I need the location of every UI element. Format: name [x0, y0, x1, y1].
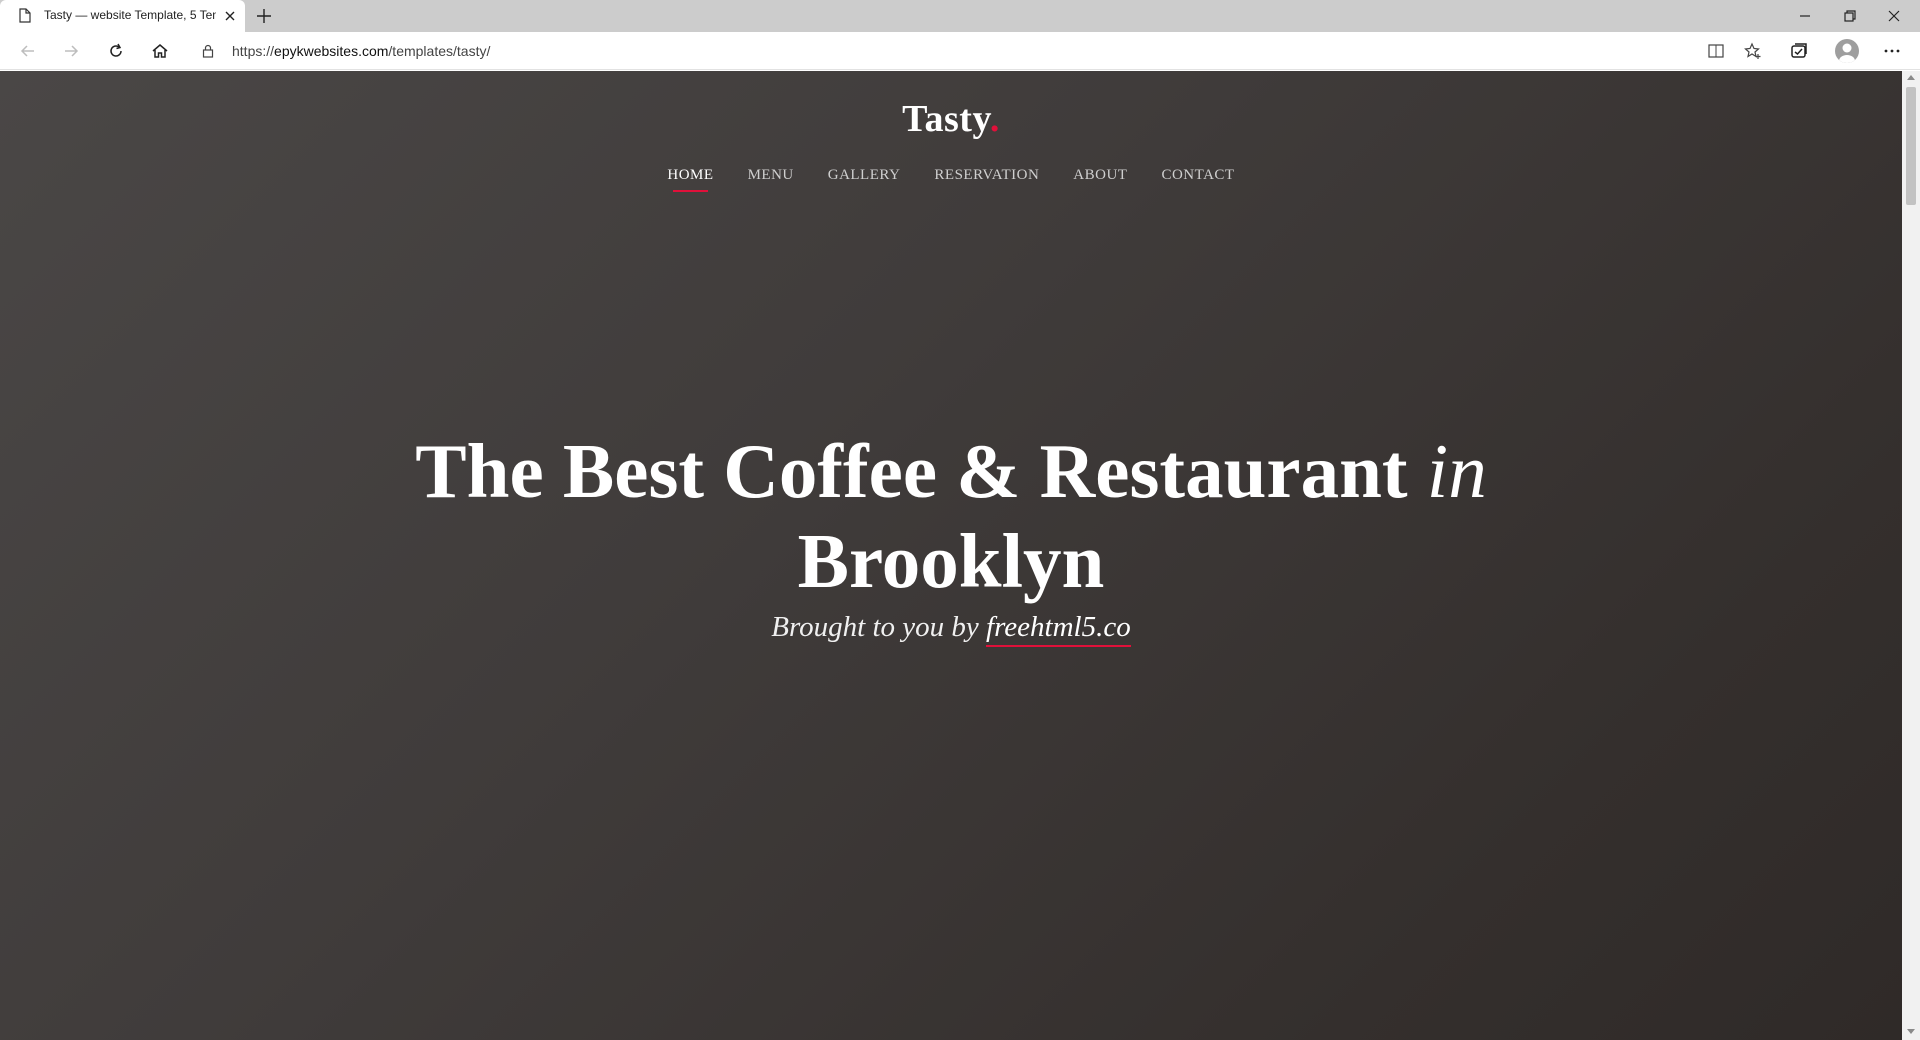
- favorites-icon[interactable]: [1743, 41, 1763, 61]
- page-icon: [19, 8, 31, 23]
- nav-contact[interactable]: CONTACT: [1161, 167, 1234, 192]
- page-scrollbar[interactable]: [1902, 71, 1920, 1040]
- nav-reservation[interactable]: RESERVATION: [934, 167, 1039, 192]
- logo-text: Tasty: [902, 98, 990, 140]
- address-bar[interactable]: https://epykwebsites.com/templates/tasty…: [188, 36, 1708, 66]
- collections-icon[interactable]: [1789, 41, 1809, 61]
- read-aloud-icon[interactable]: [1706, 41, 1726, 61]
- window-close-icon[interactable]: [1884, 6, 1904, 26]
- minimize-icon[interactable]: [1795, 6, 1815, 26]
- logo-dot: .: [989, 98, 1000, 140]
- hero-subtitle-prefix: Brought to you by: [771, 611, 987, 643]
- hero-section: Tasty. HOME MENU GALLERY RESERVATION ABO…: [0, 71, 1902, 1040]
- browser-toolbar: https://epykwebsites.com/templates/tasty…: [0, 32, 1920, 70]
- hero-title: The Best Coffee & Restaurant in Brooklyn: [0, 426, 1902, 606]
- back-arrow-icon[interactable]: [18, 41, 38, 61]
- scroll-up-icon[interactable]: [1907, 74, 1915, 80]
- main-nav: HOME MENU GALLERY RESERVATION ABOUT CONT…: [0, 167, 1902, 192]
- profile-icon[interactable]: [1835, 39, 1859, 63]
- nav-gallery[interactable]: GALLERY: [828, 167, 901, 192]
- forward-arrow-icon[interactable]: [61, 41, 81, 61]
- browser-tab[interactable]: Tasty — website Template, 5 Templates: [0, 0, 245, 32]
- avatar: [1839, 43, 1855, 63]
- nav-menu[interactable]: MENU: [748, 167, 794, 192]
- hero-title-line2: Brooklyn: [797, 518, 1105, 604]
- close-icon[interactable]: [222, 8, 238, 24]
- url-path: /templates/tasty/: [388, 43, 491, 59]
- scroll-down-icon[interactable]: [1907, 1029, 1915, 1035]
- lock-icon: [202, 44, 214, 58]
- url-text[interactable]: https://epykwebsites.com/templates/tasty…: [232, 43, 490, 59]
- plus-icon[interactable]: [254, 6, 274, 26]
- nav-home[interactable]: HOME: [667, 167, 713, 192]
- tab-title: Tasty — website Template, 5 Templates: [44, 8, 216, 22]
- nav-about[interactable]: ABOUT: [1073, 167, 1127, 192]
- url-host: epykwebsites.com: [274, 43, 389, 59]
- hero-title-main: The Best Coffee & Restaurant: [415, 428, 1427, 514]
- url-prefix: https://: [232, 43, 275, 59]
- tab-strip: Tasty — website Template, 5 Templates: [0, 0, 1920, 32]
- site-logo[interactable]: Tasty.: [0, 97, 1902, 141]
- hero-subtitle: Brought to you by freehtml5.co: [0, 611, 1902, 647]
- freehtml5-link[interactable]: freehtml5.co: [986, 611, 1131, 647]
- more-icon[interactable]: [1882, 41, 1902, 61]
- hero-title-italic: in: [1426, 428, 1487, 514]
- restore-icon[interactable]: [1840, 6, 1860, 26]
- scroll-thumb[interactable]: [1906, 87, 1916, 205]
- reload-icon[interactable]: [106, 41, 126, 61]
- home-icon[interactable]: [150, 41, 170, 61]
